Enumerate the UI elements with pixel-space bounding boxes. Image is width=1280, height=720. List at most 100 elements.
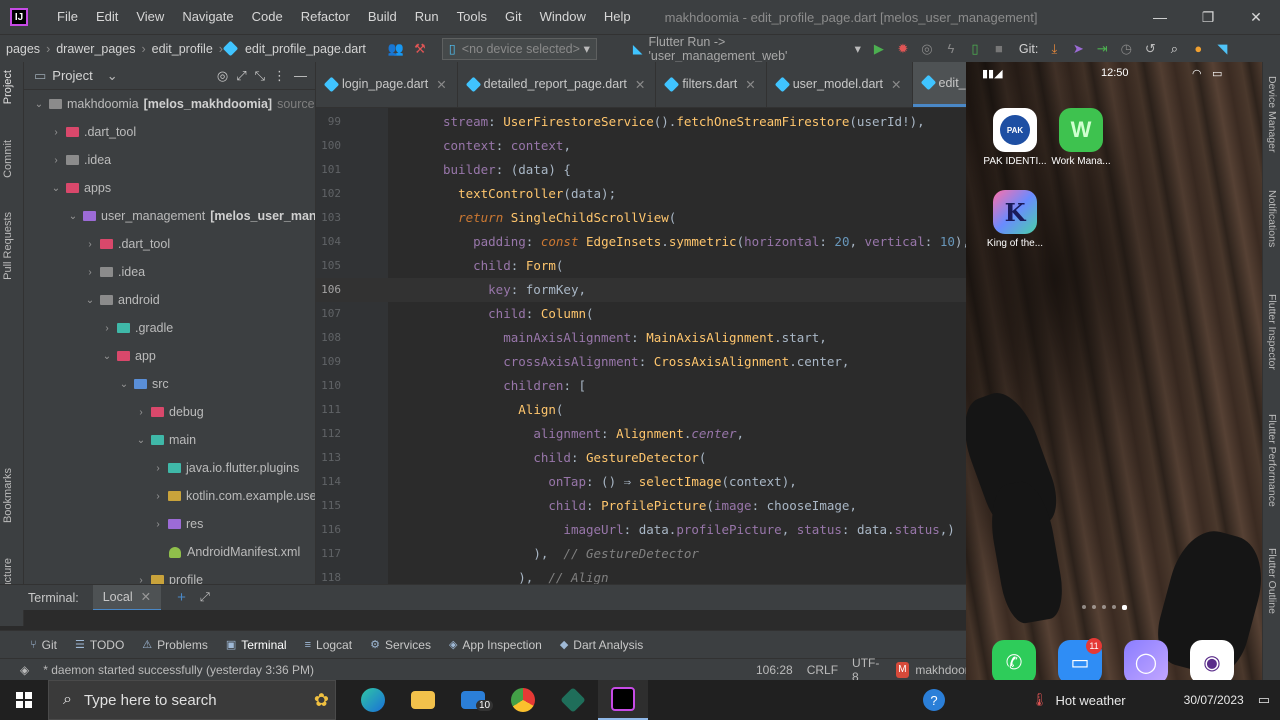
editor-tab[interactable]: user_model.dart ✕ [767,62,913,107]
git-update-icon[interactable]: ⤓ [1042,38,1066,60]
chevron-right-icon[interactable]: › [151,519,165,530]
notifications-icon[interactable]: ▭ [1258,692,1270,708]
work-manager-app-icon[interactable]: W [1059,108,1103,152]
tool-window-problems[interactable]: ⚠ Problems [142,638,208,652]
hide-icon[interactable]: — [294,68,307,84]
git-commit-icon[interactable]: ➤ [1066,38,1090,60]
tree-item[interactable]: › .idea [24,258,145,286]
code-line[interactable]: 118 ), // Align [316,566,966,584]
close-tab-icon[interactable]: ✕ [891,77,901,92]
chevron-down-icon[interactable]: ⌄ [66,211,80,222]
intellij-logo-icon[interactable]: IJ [10,8,28,26]
chevron-right-icon[interactable]: › [49,155,63,166]
tree-item[interactable]: › res [24,510,203,538]
chevron-right-icon[interactable]: › [83,239,97,250]
breadcrumb-pages[interactable]: pages [0,42,44,56]
notifications-tool-tab[interactable]: Notifications [1266,190,1278,247]
intellij-taskbar-icon[interactable] [598,680,648,720]
code-line[interactable]: 101 builder: (data) { [316,158,966,182]
code-line[interactable]: 105 child: Form( [316,254,966,278]
chevron-down-icon[interactable]: ⌄ [117,379,131,390]
run-config-select[interactable]: ◣ Flutter Run -> 'user_management_web' ▾ [627,35,867,63]
code-line[interactable]: 110 children: [ [316,374,966,398]
close-button[interactable]: ✕ [1232,0,1280,34]
git-push-icon[interactable]: ⇥ [1090,38,1114,60]
hammer-icon[interactable]: ⚒ [408,38,432,60]
attach-icon[interactable]: ▯ [963,38,987,60]
camera-app-icon[interactable]: ◉ [1190,640,1234,680]
options-icon[interactable]: ⋮ [273,68,286,84]
chevron-down-icon[interactable]: ⌄ [32,99,46,110]
chevron-right-icon[interactable]: › [100,323,114,334]
tool-window-todo[interactable]: ☰ TODO [75,638,124,652]
terminal-output[interactable] [24,610,966,630]
menu-view[interactable]: View [127,0,173,34]
code-line[interactable]: 102 textController(data); [316,182,966,206]
breadcrumb-edit-profile[interactable]: edit_profile [148,42,217,56]
menu-file[interactable]: File [48,0,87,34]
expand-icon[interactable]: ⤢ [200,590,210,605]
editor-tab[interactable]: login_page.dart ✕ [316,62,458,107]
tool-window-dart-analysis[interactable]: ◆ Dart Analysis [560,638,644,652]
restore-button[interactable]: ❐ [1184,0,1232,34]
minimize-button[interactable]: — [1136,0,1184,34]
chevron-down-icon[interactable]: ⌄ [83,295,97,306]
editor-tab[interactable]: filters.dart ✕ [656,62,767,107]
tree-item[interactable]: AndroidManifest.xml [24,538,300,566]
stop-icon[interactable]: ■ [987,38,1011,60]
chevron-down-icon[interactable]: ⌄ [49,183,63,194]
close-tab-icon[interactable]: ✕ [635,77,645,92]
status-message[interactable]: * daemon started successfully (yesterday… [43,663,314,677]
add-icon[interactable]: + [177,589,186,606]
tree-item[interactable]: ⌄ main [24,426,196,454]
expand-all-icon[interactable]: ⤢ [236,68,246,84]
menu-edit[interactable]: Edit [87,0,127,34]
tree-item[interactable]: ⌄ user_management [melos_user_manager [24,202,315,230]
user-settings-icon[interactable]: 👥 [384,38,408,60]
chevron-right-icon[interactable]: › [49,127,63,138]
phone-app-icon[interactable]: ✆ [992,640,1036,680]
device-manager-tool-tab[interactable]: Device Manager [1266,76,1278,152]
edge-taskbar-icon[interactable] [348,680,398,720]
king-of-the-app-icon[interactable]: K [993,190,1037,234]
close-tab-icon[interactable]: ✕ [436,77,446,92]
code-line[interactable]: 109 crossAxisAlignment: CrossAxisAlignme… [316,350,966,374]
close-icon[interactable]: ✕ [141,589,151,604]
android-studio-icon[interactable]: ◥ [1210,38,1234,60]
tree-item[interactable]: › debug [24,398,203,426]
editor-tab[interactable]: edit_profile_page.dart [912,62,966,107]
chevron-right-icon[interactable]: › [151,463,165,474]
tree-item[interactable]: ⌄ apps [24,174,111,202]
chevron-right-icon[interactable]: › [151,491,165,502]
tool-window-logcat[interactable]: ≡ Logcat [305,638,352,652]
code-line[interactable]: 107 child: Column( [316,302,966,326]
menu-window[interactable]: Window [531,0,595,34]
code-line[interactable]: 113 child: GestureDetector( [316,446,966,470]
terminal-tab-local[interactable]: Local ✕ [92,584,162,611]
collapse-all-icon[interactable]: ⤡ [255,68,265,84]
pull-requests-tool-tab[interactable]: Pull Requests [2,212,14,280]
flutter-performance-tool-tab[interactable]: Flutter Performance [1266,414,1278,507]
tree-item[interactable]: › java.io.flutter.plugins [24,454,299,482]
menu-refactor[interactable]: Refactor [292,0,359,34]
rollback-icon[interactable]: ↺ [1138,38,1162,60]
taskbar-search[interactable]: ⌕ Type here to search ✿ [48,680,336,720]
history-icon[interactable]: ◷ [1114,38,1138,60]
code-line[interactable]: 99 stream: UserFirestoreService().fetchOn… [316,110,966,134]
locate-icon[interactable]: ◎ [217,68,228,84]
code-line[interactable]: 116 imageUrl: data.profilePicture, statu… [316,518,966,542]
tool-window-app-inspection[interactable]: ◈ App Inspection [449,638,542,652]
tree-item[interactable]: › .gradle [24,314,173,342]
debug-icon[interactable]: ✹ [891,38,915,60]
code-line[interactable]: 106 key: formKey, [316,278,966,302]
code-line[interactable]: 100 context: context, [316,134,966,158]
chevron-down-icon[interactable]: ⌄ [107,68,118,84]
code-line[interactable]: 103 return SingleChildScrollView( [316,206,966,230]
tree-item[interactable]: › .idea [24,146,111,174]
editor-tab[interactable]: detailed_report_page.dart ✕ [458,62,657,107]
tree-item[interactable]: ⌄ src [24,370,169,398]
code-line[interactable]: 111 Align( [316,398,966,422]
tree-item[interactable]: › kotlin.com.example.user_ [24,482,315,510]
menu-help[interactable]: Help [595,0,640,34]
tree-item[interactable]: › .dart_tool [24,230,170,258]
